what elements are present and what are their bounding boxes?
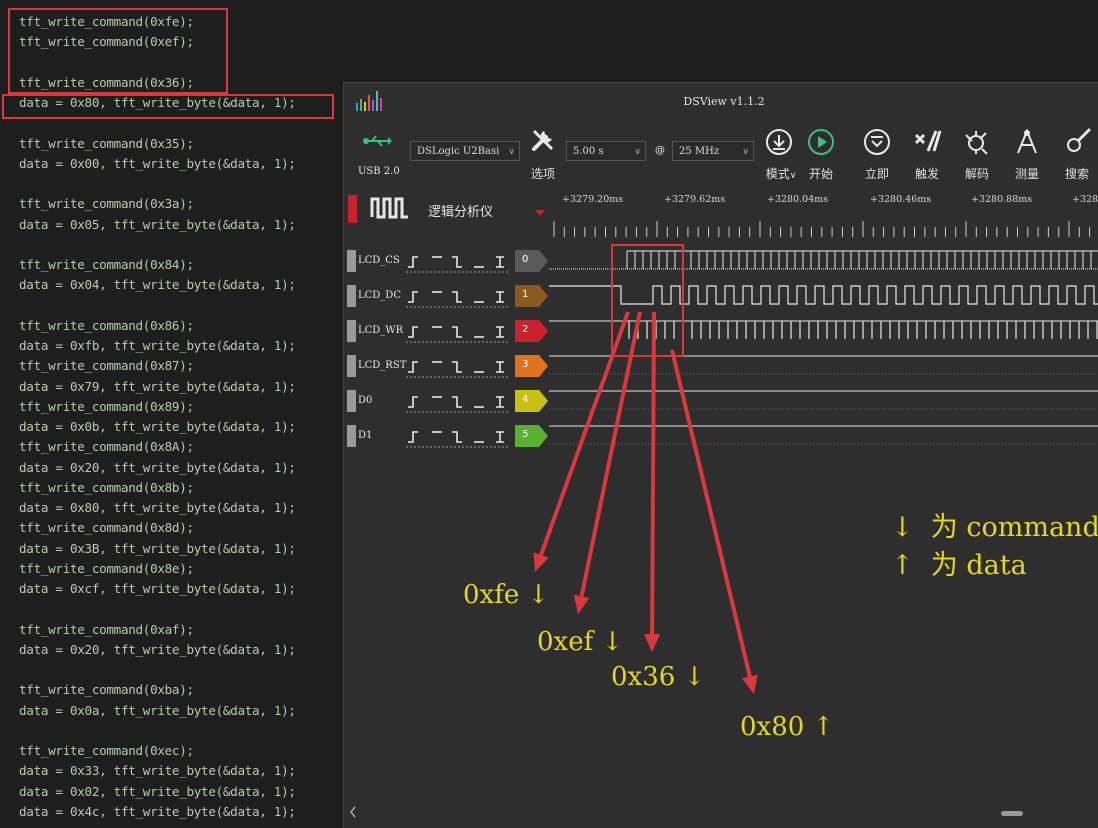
annotation-0xfe: 0xfe ↓ bbox=[463, 580, 550, 610]
legend-command: ↓ 为 command bbox=[891, 512, 1098, 543]
annotation-arrows bbox=[533, 311, 758, 694]
annotation-0x80: 0x80 ↑ bbox=[740, 712, 835, 742]
annotation-0xef: 0xef ↓ bbox=[537, 627, 624, 657]
annotation-0x36: 0x36 ↓ bbox=[611, 662, 706, 692]
legend-data: ↑ 为 data bbox=[891, 550, 1027, 581]
